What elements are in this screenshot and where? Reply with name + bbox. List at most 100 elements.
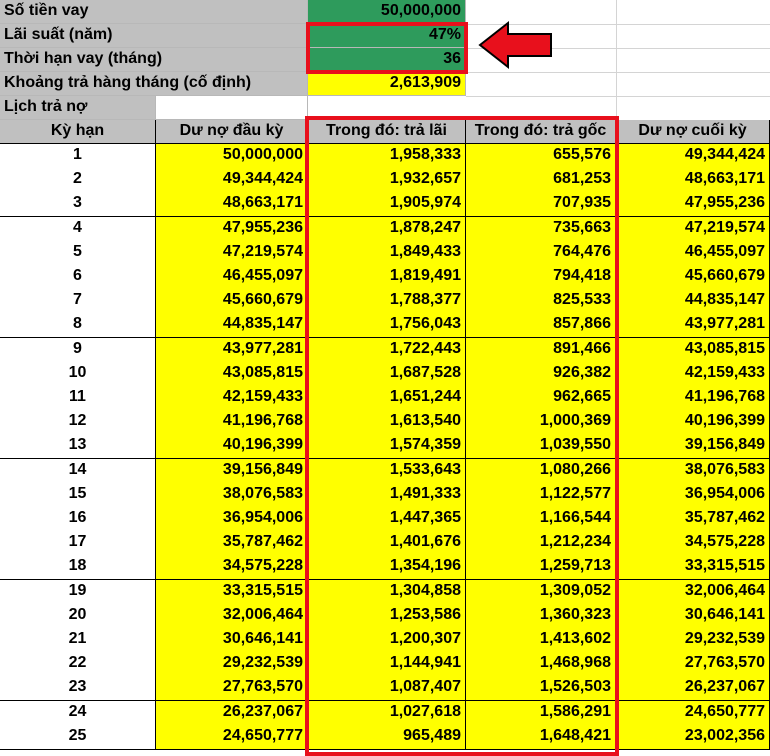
principal-cell[interactable]: 707,935	[466, 192, 616, 218]
opening-balance-cell[interactable]: 47,955,236	[156, 216, 308, 242]
closing-balance-cell[interactable]: 24,650,777	[616, 700, 770, 726]
opening-balance-cell[interactable]: 48,663,171	[156, 192, 308, 218]
closing-balance-cell[interactable]: 48,663,171	[616, 168, 770, 194]
period-cell[interactable]: 17	[0, 531, 156, 557]
interest-cell[interactable]: 965,489	[308, 724, 466, 750]
closing-balance-cell[interactable]: 45,660,679	[616, 265, 770, 290]
interest-cell[interactable]: 1,087,407	[308, 676, 466, 702]
period-cell[interactable]: 11	[0, 386, 156, 411]
closing-balance-cell[interactable]: 32,006,464	[616, 579, 770, 605]
principal-cell[interactable]: 1,413,602	[466, 628, 616, 653]
opening-balance-cell[interactable]: 50,000,000	[156, 144, 308, 169]
interest-cell[interactable]: 1,401,676	[308, 531, 466, 557]
interest-cell[interactable]: 1,613,540	[308, 410, 466, 436]
period-cell[interactable]: 24	[0, 700, 156, 726]
opening-balance-cell[interactable]: 27,763,570	[156, 676, 308, 702]
opening-balance-cell[interactable]: 36,954,006	[156, 507, 308, 532]
period-cell[interactable]: 7	[0, 289, 156, 315]
interest-cell[interactable]: 1,354,196	[308, 555, 466, 581]
opening-balance-cell[interactable]: 32,006,464	[156, 603, 308, 629]
period-cell[interactable]: 16	[0, 507, 156, 532]
header-interest-paid[interactable]: Trong đó: trả lãi	[308, 120, 466, 144]
opening-balance-cell[interactable]: 34,575,228	[156, 555, 308, 581]
opening-balance-cell[interactable]: 45,660,679	[156, 289, 308, 315]
closing-balance-cell[interactable]: 46,455,097	[616, 240, 770, 266]
closing-balance-cell[interactable]: 47,219,574	[616, 216, 770, 242]
period-cell[interactable]: 8	[0, 313, 156, 339]
period-cell[interactable]: 22	[0, 652, 156, 678]
closing-balance-cell[interactable]: 23,002,356	[616, 724, 770, 750]
closing-balance-cell[interactable]: 41,196,768	[616, 386, 770, 411]
interest-cell[interactable]: 1,027,618	[308, 700, 466, 726]
principal-cell[interactable]: 891,466	[466, 337, 616, 363]
opening-balance-cell[interactable]: 38,076,583	[156, 482, 308, 508]
closing-balance-cell[interactable]: 43,977,281	[616, 313, 770, 339]
period-cell[interactable]: 10	[0, 361, 156, 387]
interest-cell[interactable]: 1,905,974	[308, 192, 466, 218]
closing-balance-cell[interactable]: 47,955,236	[616, 192, 770, 218]
loan-term-cell[interactable]: 36	[308, 48, 466, 72]
opening-balance-cell[interactable]: 39,156,849	[156, 458, 308, 484]
principal-cell[interactable]: 926,382	[466, 361, 616, 387]
period-cell[interactable]: 21	[0, 628, 156, 653]
opening-balance-cell[interactable]: 49,344,424	[156, 168, 308, 194]
principal-cell[interactable]: 1,468,968	[466, 652, 616, 678]
opening-balance-cell[interactable]: 24,650,777	[156, 724, 308, 750]
principal-cell[interactable]: 1,586,291	[466, 700, 616, 726]
opening-balance-cell[interactable]: 46,455,097	[156, 265, 308, 290]
header-closing-balance[interactable]: Dư nợ cuối kỳ	[616, 120, 770, 144]
closing-balance-cell[interactable]: 33,315,515	[616, 555, 770, 581]
period-cell[interactable]: 12	[0, 410, 156, 436]
period-cell[interactable]: 6	[0, 265, 156, 290]
period-cell[interactable]: 9	[0, 337, 156, 363]
period-cell[interactable]: 14	[0, 458, 156, 484]
principal-cell[interactable]: 1,080,266	[466, 458, 616, 484]
closing-balance-cell[interactable]: 35,787,462	[616, 507, 770, 532]
opening-balance-cell[interactable]: 33,315,515	[156, 579, 308, 605]
opening-balance-cell[interactable]: 35,787,462	[156, 531, 308, 557]
principal-cell[interactable]: 1,212,234	[466, 531, 616, 557]
principal-cell[interactable]: 735,663	[466, 216, 616, 242]
opening-balance-cell[interactable]: 43,977,281	[156, 337, 308, 363]
closing-balance-cell[interactable]: 43,085,815	[616, 337, 770, 363]
closing-balance-cell[interactable]: 36,954,006	[616, 482, 770, 508]
interest-cell[interactable]: 1,447,365	[308, 507, 466, 532]
opening-balance-cell[interactable]: 30,646,141	[156, 628, 308, 653]
closing-balance-cell[interactable]: 40,196,399	[616, 410, 770, 436]
interest-cell[interactable]: 1,253,586	[308, 603, 466, 629]
principal-cell[interactable]: 1,039,550	[466, 434, 616, 460]
principal-cell[interactable]: 962,665	[466, 386, 616, 411]
header-period[interactable]: Kỳ hạn	[0, 120, 156, 144]
principal-cell[interactable]: 1,000,369	[466, 410, 616, 436]
period-cell[interactable]: 4	[0, 216, 156, 242]
principal-cell[interactable]: 764,476	[466, 240, 616, 266]
principal-cell[interactable]: 681,253	[466, 168, 616, 194]
closing-balance-cell[interactable]: 30,646,141	[616, 603, 770, 629]
closing-balance-cell[interactable]: 39,156,849	[616, 434, 770, 460]
period-cell[interactable]: 2	[0, 168, 156, 194]
principal-cell[interactable]: 1,122,577	[466, 482, 616, 508]
header-principal-paid[interactable]: Trong đó: trả gốc	[466, 120, 616, 144]
interest-cell[interactable]: 1,651,244	[308, 386, 466, 411]
principal-cell[interactable]: 1,648,421	[466, 724, 616, 750]
principal-cell[interactable]: 1,166,544	[466, 507, 616, 532]
opening-balance-cell[interactable]: 40,196,399	[156, 434, 308, 460]
period-cell[interactable]: 18	[0, 555, 156, 581]
principal-cell[interactable]: 1,526,503	[466, 676, 616, 702]
closing-balance-cell[interactable]: 38,076,583	[616, 458, 770, 484]
interest-cell[interactable]: 1,687,528	[308, 361, 466, 387]
principal-cell[interactable]: 825,533	[466, 289, 616, 315]
opening-balance-cell[interactable]: 41,196,768	[156, 410, 308, 436]
period-cell[interactable]: 3	[0, 192, 156, 218]
period-cell[interactable]: 23	[0, 676, 156, 702]
header-opening-balance[interactable]: Dư nợ đầu kỳ	[156, 120, 308, 144]
opening-balance-cell[interactable]: 43,085,815	[156, 361, 308, 387]
period-cell[interactable]: 13	[0, 434, 156, 460]
interest-cell[interactable]: 1,819,491	[308, 265, 466, 290]
interest-cell[interactable]: 1,756,043	[308, 313, 466, 339]
opening-balance-cell[interactable]: 26,237,067	[156, 700, 308, 726]
period-cell[interactable]: 1	[0, 144, 156, 169]
interest-cell[interactable]: 1,722,443	[308, 337, 466, 363]
closing-balance-cell[interactable]: 42,159,433	[616, 361, 770, 387]
opening-balance-cell[interactable]: 47,219,574	[156, 240, 308, 266]
